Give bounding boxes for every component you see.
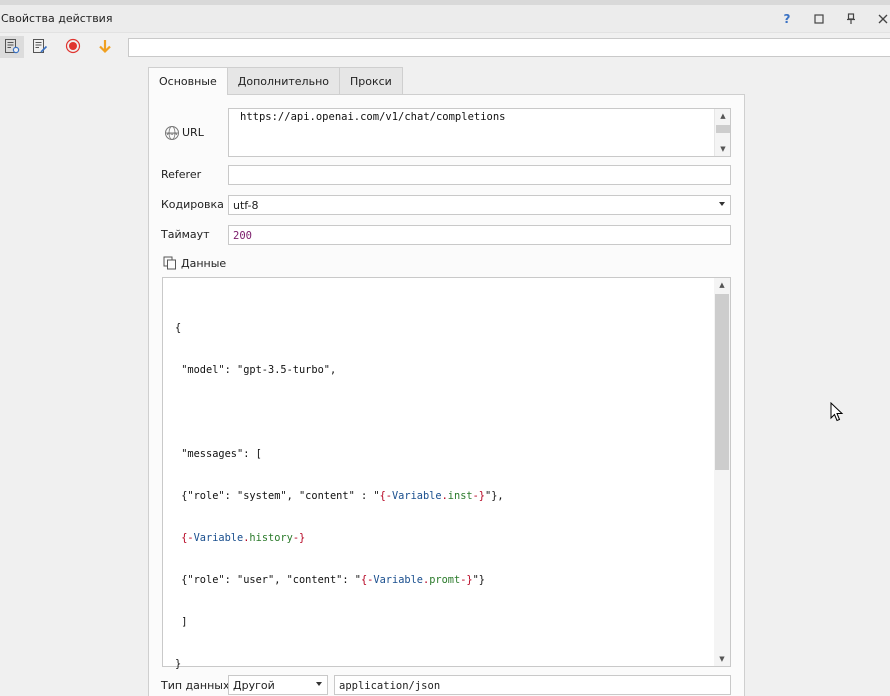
code-line: } xyxy=(175,658,182,670)
code-line: {"role": "system", "content" : "{-Variab… xyxy=(175,490,504,502)
url-value: https://api.openai.com/v1/chat/completio… xyxy=(240,111,506,123)
tab-content-main: www URL https://api.openai.com/v1/chat/c… xyxy=(148,94,745,696)
content-type-input[interactable]: application/json xyxy=(334,675,731,695)
globe-icon: www xyxy=(164,125,180,144)
data-type-label: Тип данных xyxy=(161,679,230,692)
mouse-cursor-icon xyxy=(830,401,844,425)
url-scroll-thumb[interactable] xyxy=(716,125,730,133)
properties-panel: Основные Дополнительно Прокси www URL ht… xyxy=(148,67,745,696)
data-textarea[interactable]: { "model": "gpt-3.5-turbo", ​ "messages"… xyxy=(162,277,731,670)
referer-input[interactable] xyxy=(228,165,731,185)
edit-properties-button[interactable] xyxy=(28,36,52,58)
content-type-value: application/json xyxy=(339,680,441,692)
data-type-select[interactable]: Другой xyxy=(228,675,328,695)
timeout-value: 200 xyxy=(233,230,252,242)
encoding-label: Кодировка xyxy=(161,198,224,211)
close-icon[interactable] xyxy=(875,12,890,26)
record-icon xyxy=(65,38,81,57)
window-title: Свойства действия xyxy=(1,12,113,25)
chevron-down-icon[interactable] xyxy=(719,202,725,206)
scroll-down-icon[interactable]: ▼ xyxy=(715,142,731,156)
window-titlebar: Свойства действия ? xyxy=(0,5,890,33)
url-input[interactable]: https://api.openai.com/v1/chat/completio… xyxy=(228,108,731,157)
download-button[interactable] xyxy=(93,36,117,58)
record-button[interactable] xyxy=(61,36,85,58)
code-line: { xyxy=(175,322,182,334)
tab-additional[interactable]: Дополнительно xyxy=(226,67,340,94)
data-scroll-thumb[interactable] xyxy=(715,294,729,470)
copy-data-icon xyxy=(163,256,177,273)
edit-properties-icon xyxy=(32,38,48,57)
referer-label: Referer xyxy=(161,168,202,181)
properties-settings-icon xyxy=(4,38,20,57)
code-line: {"role": "user", "content": "{-Variable.… xyxy=(175,574,486,586)
encoding-value: utf-8 xyxy=(233,199,259,212)
data-type-value: Другой xyxy=(233,679,275,692)
chevron-down-icon[interactable] xyxy=(316,682,322,686)
data-code: { "model": "gpt-3.5-turbo", ​ "messages"… xyxy=(175,293,504,696)
scroll-up-icon[interactable]: ▲ xyxy=(714,278,730,292)
maximize-icon[interactable] xyxy=(811,12,827,26)
pin-icon[interactable] xyxy=(843,12,859,26)
tab-proxy[interactable]: Прокси xyxy=(339,67,403,94)
code-line: ​ xyxy=(175,405,504,419)
svg-text:www: www xyxy=(166,132,177,137)
tab-strip: Основные Дополнительно Прокси xyxy=(148,67,403,95)
timeout-input[interactable]: 200 xyxy=(228,225,731,245)
encoding-select[interactable]: utf-8 xyxy=(228,195,731,215)
action-toolbar xyxy=(0,34,890,62)
code-line: "messages": [ xyxy=(175,448,262,460)
toolbar-input[interactable] xyxy=(128,38,890,57)
code-line: ] xyxy=(175,616,188,628)
help-icon[interactable]: ? xyxy=(779,12,795,26)
scroll-up-icon[interactable]: ▲ xyxy=(715,109,731,123)
url-scrollbar[interactable]: ▲ ▼ xyxy=(714,109,730,156)
url-label: URL xyxy=(182,126,204,139)
data-label: Данные xyxy=(181,257,227,270)
tab-main[interactable]: Основные xyxy=(148,67,228,95)
data-scrollbar[interactable]: ▲ ▼ xyxy=(714,278,730,666)
properties-settings-button[interactable] xyxy=(0,36,24,58)
timeout-label: Таймаут xyxy=(161,228,210,241)
code-line: "model": "gpt-3.5-turbo", xyxy=(175,364,337,376)
scroll-down-icon[interactable]: ▼ xyxy=(714,652,730,666)
download-arrow-icon xyxy=(97,38,113,57)
code-line: {-Variable.history-} xyxy=(181,532,306,544)
